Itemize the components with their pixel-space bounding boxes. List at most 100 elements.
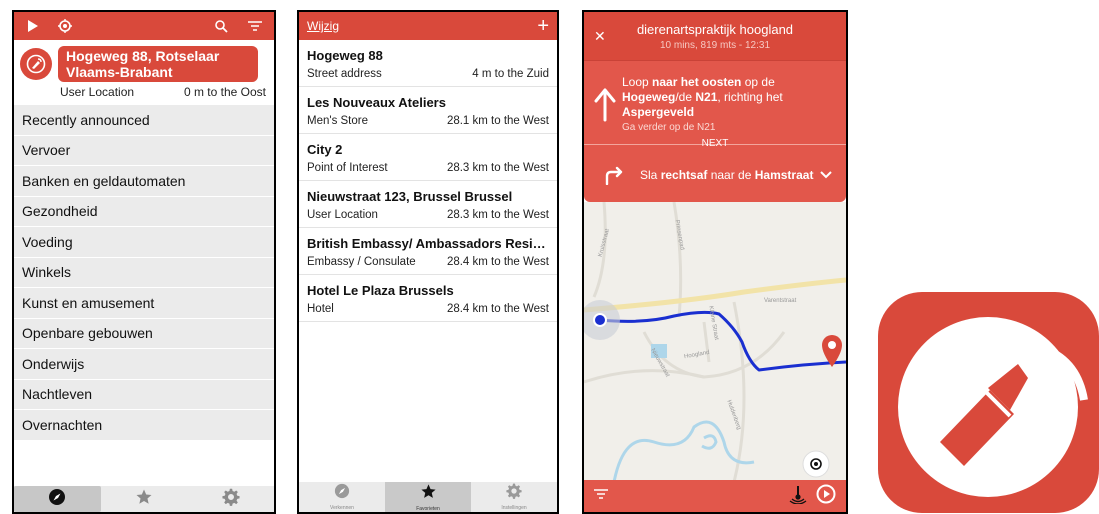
gear-icon [506, 483, 522, 504]
step-text-part: Loop [622, 74, 653, 89]
app-logo-icon [898, 317, 1088, 497]
tab-settings[interactable] [187, 486, 274, 512]
favorite-type: Hotel [307, 303, 334, 315]
step-target: Aspergeveld [622, 104, 695, 119]
step-street: Hogeweg [622, 89, 676, 104]
favorite-item[interactable]: British Embassy/ Ambassadors Resid... Em… [299, 228, 557, 275]
location-type: User Location [60, 85, 135, 99]
favorites-list: Hogeweg 88 Street address 4 m to the Zuid… [299, 40, 557, 322]
category-item[interactable]: Banken en geldautomaten [14, 166, 274, 197]
route-summary: dierenartspraktijk hoogland 10 mins, 819… [620, 22, 810, 51]
category-item[interactable]: Vervoer [14, 136, 274, 166]
tab-label: Verkennen [330, 505, 354, 511]
step-text-part: Sla [640, 167, 661, 182]
filter-icon[interactable] [594, 487, 608, 505]
step-instruction: Loop naar het oosten op de Hogeweg/de N2… [622, 75, 836, 135]
favorite-item[interactable]: Hotel Le Plaza Brussels Hotel 28.4 km to … [299, 275, 557, 322]
category-item[interactable]: Onderwijs [14, 349, 274, 380]
filter-icon[interactable] [244, 15, 266, 37]
favorite-item[interactable]: Nieuwstraat 123, Brussel Brussel User Lo… [299, 181, 557, 228]
favorite-type: Embassy / Consulate [307, 256, 416, 268]
navigation-footer [584, 480, 846, 512]
tab-label: Instellingen [501, 505, 527, 511]
category-item[interactable]: Openbare gebouwen [14, 319, 274, 349]
route-eta: 10 mins, 819 mts - 12:31 [659, 39, 771, 51]
location-title: Hogeweg 88, Rotselaar Vlaams-Brabant [58, 46, 258, 82]
category-item[interactable]: Voeding [14, 227, 274, 258]
category-list: Recently announced Vervoer Banken en gel… [14, 105, 274, 441]
favorite-distance: 28.3 km to the West [446, 209, 549, 221]
favorite-type: Point of Interest [307, 162, 388, 174]
step-text-part: /de [675, 89, 696, 104]
play-icon[interactable] [22, 15, 44, 37]
tab-settings[interactable]: Instellingen [471, 482, 557, 512]
app-logo [878, 292, 1099, 513]
next-step-instruction: Sla rechtsaf naar de Hamstraat [640, 168, 813, 183]
category-item[interactable]: Kunst en amusement [14, 288, 274, 319]
location-distance: 0 m to the Oost [183, 85, 266, 99]
category-item[interactable]: Overnachten [14, 410, 274, 441]
favorite-item[interactable]: Les Nouveaux Ateliers Men's Store 28.1 km… [299, 87, 557, 134]
step-text-part: op de [741, 74, 775, 89]
tab-explore[interactable]: Verkennen [299, 482, 385, 512]
step-direction: rechtsaf [660, 167, 708, 182]
search-icon[interactable] [210, 15, 232, 37]
destination-name: dierenartspraktijk hoogland [636, 21, 794, 37]
chevron-down-icon[interactable] [820, 166, 832, 184]
step-road: N21 [695, 89, 718, 104]
navigation-screen: ✕ dierenartspraktijk hoogland 10 mins, 8… [582, 10, 848, 514]
location-subtitle: User Location 0 m to the Oost [14, 82, 274, 103]
edit-button[interactable]: Wijzig [307, 19, 339, 33]
favorite-distance: 28.1 km to the West [446, 115, 549, 127]
close-icon[interactable]: ✕ [594, 28, 620, 45]
favorite-name: Les Nouveaux Ateliers [307, 95, 446, 110]
category-item[interactable]: Winkels [14, 258, 274, 288]
favorite-distance: 28.4 km to the West [446, 303, 549, 315]
explore-screen: Hogeweg 88, Rotselaar Vlaams-Brabant Use… [12, 10, 276, 514]
favorite-item[interactable]: City 2 Point of Interest 28.3 km to the W… [299, 134, 557, 181]
current-step: Loop naar het oosten op de Hogeweg/de N2… [584, 60, 846, 148]
favorite-name: Nieuwstraat 123, Brussel Brussel [307, 189, 513, 204]
add-icon[interactable]: + [537, 16, 549, 36]
tab-favorites[interactable] [101, 486, 188, 512]
favorite-name: British Embassy/ Ambassadors Resid... [307, 236, 549, 251]
star-icon [135, 488, 153, 511]
category-item[interactable]: Recently announced [14, 105, 274, 136]
step-subtext: Ga verder op de N21 [622, 121, 716, 133]
compass-icon [48, 488, 66, 511]
location-avatar-icon [20, 48, 52, 80]
favorite-type: Street address [307, 68, 382, 80]
haptic-icon[interactable] [788, 484, 808, 509]
compass-icon [334, 483, 350, 504]
arrow-up-icon [594, 88, 616, 122]
next-step[interactable]: Sla rechtsaf naar de Hamstraat [584, 148, 846, 202]
favorite-name: Hotel Le Plaza Brussels [307, 283, 454, 298]
tab-label: Favorieten [416, 505, 440, 512]
top-bar [14, 12, 274, 40]
current-location-card[interactable]: Hogeweg 88, Rotselaar Vlaams-Brabant [14, 40, 274, 82]
favorite-distance: 4 m to the Zuid [472, 68, 549, 80]
favorites-screen: Wijzig + Hogeweg 88 Street address 4 m to… [297, 10, 559, 514]
navigation-header: ✕ dierenartspraktijk hoogland 10 mins, 8… [584, 12, 846, 60]
category-item[interactable]: Nachtleven [14, 380, 274, 410]
play-circle-icon[interactable] [816, 484, 836, 509]
route-map[interactable]: Varentstraat Hoogland Prinsenpad Kruisst… [584, 202, 846, 480]
step-direction: naar het oosten [652, 74, 742, 89]
tab-favorites[interactable]: Favorieten [385, 482, 471, 512]
favorite-distance: 28.3 km to the West [446, 162, 549, 174]
favorite-name: City 2 [307, 142, 343, 157]
step-text-part: naar de [707, 167, 755, 182]
favorite-type: User Location [307, 209, 378, 221]
locate-icon[interactable] [54, 15, 76, 37]
star-icon [420, 483, 437, 505]
category-item[interactable]: Gezondheid [14, 197, 274, 227]
map-label-varentstraat: Varentstraat [764, 298, 797, 304]
top-bar: Wijzig + [299, 12, 557, 40]
favorite-type: Men's Store [307, 115, 368, 127]
tab-explore[interactable] [14, 486, 101, 512]
tab-bar: Verkennen Favorieten Instellingen [299, 482, 557, 512]
favorite-distance: 28.4 km to the West [446, 256, 549, 268]
gear-icon [222, 488, 240, 511]
turn-right-icon [594, 165, 634, 185]
favorite-item[interactable]: Hogeweg 88 Street address 4 m to the Zuid [299, 40, 557, 87]
